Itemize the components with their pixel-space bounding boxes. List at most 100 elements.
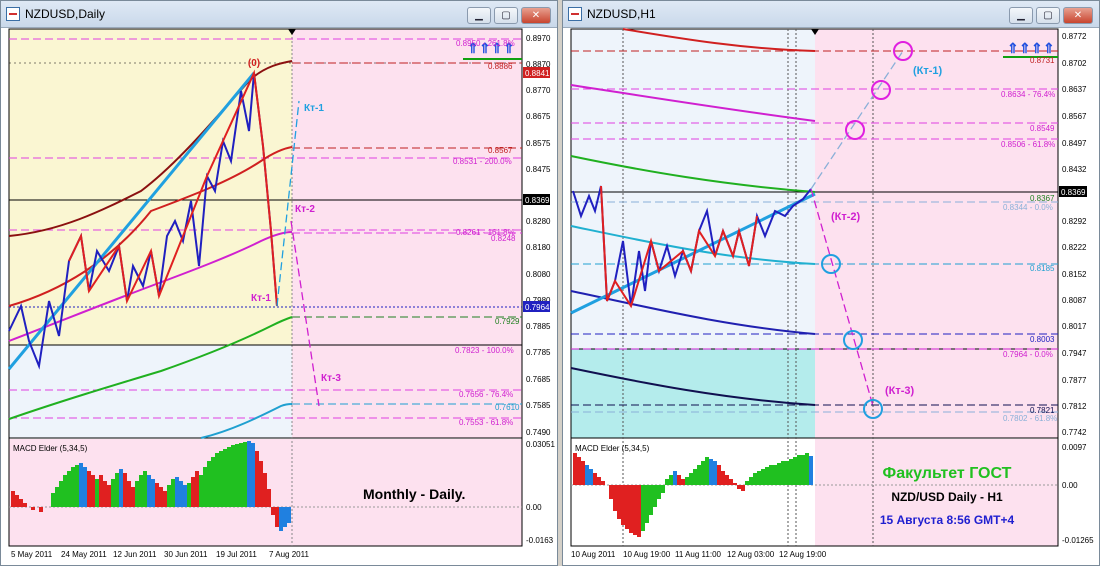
svg-text:Факультет ГОСТ: Факультет ГОСТ: [883, 465, 1012, 482]
svg-text:⇑: ⇑: [1031, 40, 1043, 56]
indicator-title: MACD Elder (5,34,5): [575, 444, 650, 453]
svg-text:0.8003: 0.8003: [1030, 335, 1055, 344]
kt3-label: Кт-3: [321, 373, 341, 384]
kt2-label: (Кт-2): [831, 211, 861, 223]
svg-text:0.7885: 0.7885: [526, 322, 551, 331]
cyan-zone: [571, 349, 815, 438]
svg-text:⇑: ⇑: [1043, 40, 1055, 56]
indicator-scale: 0.0097 0.00 -0.01265: [1062, 443, 1094, 545]
svg-text:⇑: ⇑: [1007, 40, 1019, 56]
svg-text:0.7964: 0.7964: [525, 303, 550, 312]
svg-text:0.7785: 0.7785: [526, 348, 551, 357]
svg-text:0.8280: 0.8280: [526, 217, 551, 226]
svg-text:0.7929: 0.7929: [495, 317, 520, 326]
kt3-label: (Кт-3): [885, 385, 915, 397]
indicator-scale: 0.03051 0.00 -0.0163: [526, 440, 555, 545]
up-arrows-icon: ⇑ ⇑ ⇑ ⇑: [1007, 40, 1055, 56]
svg-text:0.8567: 0.8567: [488, 146, 513, 155]
svg-text:0.7585: 0.7585: [526, 401, 551, 410]
svg-text:0.00: 0.00: [1062, 481, 1078, 490]
svg-text:0.7553 - 61.8%: 0.7553 - 61.8%: [459, 418, 513, 427]
caption: Monthly - Daily.: [363, 486, 465, 502]
svg-text:NZD/USD Daily - H1: NZD/USD Daily - H1: [891, 490, 1003, 504]
svg-text:0.8772: 0.8772: [1062, 32, 1087, 41]
svg-text:0.7610: 0.7610: [495, 403, 520, 412]
svg-text:0.7823 - 100.0%: 0.7823 - 100.0%: [455, 346, 514, 355]
svg-text:0.7947: 0.7947: [1062, 349, 1087, 358]
svg-text:15 Августа 8:56 GMT+4: 15 Августа 8:56 GMT+4: [880, 513, 1015, 527]
svg-text:0.8841: 0.8841: [525, 69, 550, 78]
kt1-low-label: Кт-1: [251, 293, 271, 304]
svg-text:0.8222: 0.8222: [1062, 243, 1087, 252]
svg-text:0.8367: 0.8367: [1030, 194, 1055, 203]
svg-text:0.8497: 0.8497: [1062, 139, 1087, 148]
kt2-label: Кт-2: [295, 204, 315, 215]
svg-text:0.7742: 0.7742: [1062, 428, 1087, 437]
svg-text:0.8634 - 76.4%: 0.8634 - 76.4%: [1001, 90, 1055, 99]
svg-text:0.7685: 0.7685: [526, 375, 551, 384]
svg-text:12 Jun 2011: 12 Jun 2011: [113, 550, 157, 559]
daily-chart[interactable]: (0) Кт-1 Кт-1 Кт-2 Кт-3 ⇑ ⇑ ⇑ ⇑ 0.8950 - 26…: [1, 1, 558, 566]
svg-text:-0.0163: -0.0163: [526, 536, 554, 545]
svg-text:-0.01265: -0.01265: [1062, 536, 1094, 545]
indicator-title: MACD Elder (5,34,5): [13, 444, 88, 453]
svg-text:0.7812: 0.7812: [1062, 402, 1087, 411]
svg-text:0.8770: 0.8770: [526, 86, 551, 95]
svg-text:0.7802 - 61.8%: 0.7802 - 61.8%: [1003, 414, 1057, 423]
svg-text:⇑: ⇑: [1019, 40, 1031, 56]
svg-text:19 Jul 2011: 19 Jul 2011: [216, 550, 257, 559]
svg-text:0.7877: 0.7877: [1062, 376, 1087, 385]
lightblue-zone: [9, 345, 292, 438]
svg-text:0.8886: 0.8886: [488, 62, 513, 71]
nzdusd-h1-window[interactable]: NZDUSD,H1 ▁ ▢ ✕ (Кт-1) (Кт-2) (Кт-3) ⇑ ⇑…: [562, 0, 1100, 566]
svg-text:0.8506 - 61.8%: 0.8506 - 61.8%: [1001, 140, 1055, 149]
svg-text:0.8185: 0.8185: [1030, 264, 1055, 273]
kt1-label: (Кт-1): [913, 65, 943, 77]
svg-text:0.8432: 0.8432: [1062, 165, 1087, 174]
date-axis: 10 Aug 2011 10 Aug 19:00 11 Aug 11:00 12…: [571, 550, 827, 559]
svg-text:0.8675: 0.8675: [526, 112, 551, 121]
svg-text:0.8567: 0.8567: [1062, 112, 1087, 121]
price-scale: 0.8970 0.8870 0.8770 0.8675 0.8575 0.847…: [526, 34, 551, 437]
svg-text:0.8475: 0.8475: [526, 165, 551, 174]
svg-text:12 Aug 03:00: 12 Aug 03:00: [727, 550, 775, 559]
svg-text:7 Aug 2011: 7 Aug 2011: [269, 550, 309, 559]
svg-text:0.00: 0.00: [526, 503, 542, 512]
svg-text:11 Aug 11:00: 11 Aug 11:00: [675, 550, 722, 559]
svg-text:0.8080: 0.8080: [526, 270, 551, 279]
svg-text:0.7656 - 76.4%: 0.7656 - 76.4%: [459, 390, 513, 399]
svg-text:0.8531 - 200.0%: 0.8531 - 200.0%: [453, 157, 512, 166]
svg-text:0.8369: 0.8369: [1061, 188, 1086, 197]
h1-chart[interactable]: (Кт-1) (Кт-2) (Кт-3) ⇑ ⇑ ⇑ ⇑ 0.8731 0.8634 …: [563, 1, 1100, 566]
svg-text:0.8292: 0.8292: [1062, 217, 1087, 226]
svg-text:30 Jun 2011: 30 Jun 2011: [164, 550, 208, 559]
svg-text:12 Aug 19:00: 12 Aug 19:00: [779, 550, 827, 559]
svg-text:0.8950 - 261.8%: 0.8950 - 261.8%: [456, 39, 515, 48]
svg-text:5 May 2011: 5 May 2011: [11, 550, 53, 559]
svg-text:10 Aug 19:00: 10 Aug 19:00: [623, 550, 671, 559]
svg-text:0.8369: 0.8369: [525, 196, 550, 205]
kt1-label: Кт-1: [304, 103, 324, 114]
svg-text:0.7964 - 0.0%: 0.7964 - 0.0%: [1003, 350, 1053, 359]
svg-text:0.8087: 0.8087: [1062, 296, 1087, 305]
svg-text:0.8152: 0.8152: [1062, 270, 1087, 279]
svg-text:0.8017: 0.8017: [1062, 322, 1087, 331]
caption-block: Факультет ГОСТ NZD/USD Daily - H1 15 Авг…: [880, 465, 1015, 527]
svg-text:0.8344 - 0.0%: 0.8344 - 0.0%: [1003, 203, 1053, 212]
svg-text:0.8970: 0.8970: [526, 34, 551, 43]
svg-text:0.8731: 0.8731: [1030, 56, 1055, 65]
svg-text:0.8575: 0.8575: [526, 139, 551, 148]
svg-text:0.8549: 0.8549: [1030, 124, 1055, 133]
svg-text:0.8637: 0.8637: [1062, 85, 1087, 94]
svg-text:0.0097: 0.0097: [1062, 443, 1087, 452]
price-scale: 0.8772 0.8702 0.8637 0.8567 0.8497 0.843…: [1062, 32, 1087, 437]
svg-text:24 May 2011: 24 May 2011: [61, 550, 107, 559]
nzdusd-daily-window[interactable]: NZDUSD,Daily ▁ ▢ ✕ (0) Кт-1 Кт-1 Кт-2 Кт…: [0, 0, 558, 566]
svg-text:0.8180: 0.8180: [526, 243, 551, 252]
svg-text:0.03051: 0.03051: [526, 440, 555, 449]
svg-text:10 Aug 2011: 10 Aug 2011: [571, 550, 616, 559]
svg-text:0.8248: 0.8248: [491, 234, 516, 243]
date-axis: 5 May 2011 24 May 2011 12 Jun 2011 30 Ju…: [11, 550, 309, 559]
svg-text:0.7490: 0.7490: [526, 428, 551, 437]
svg-text:0.8702: 0.8702: [1062, 59, 1087, 68]
